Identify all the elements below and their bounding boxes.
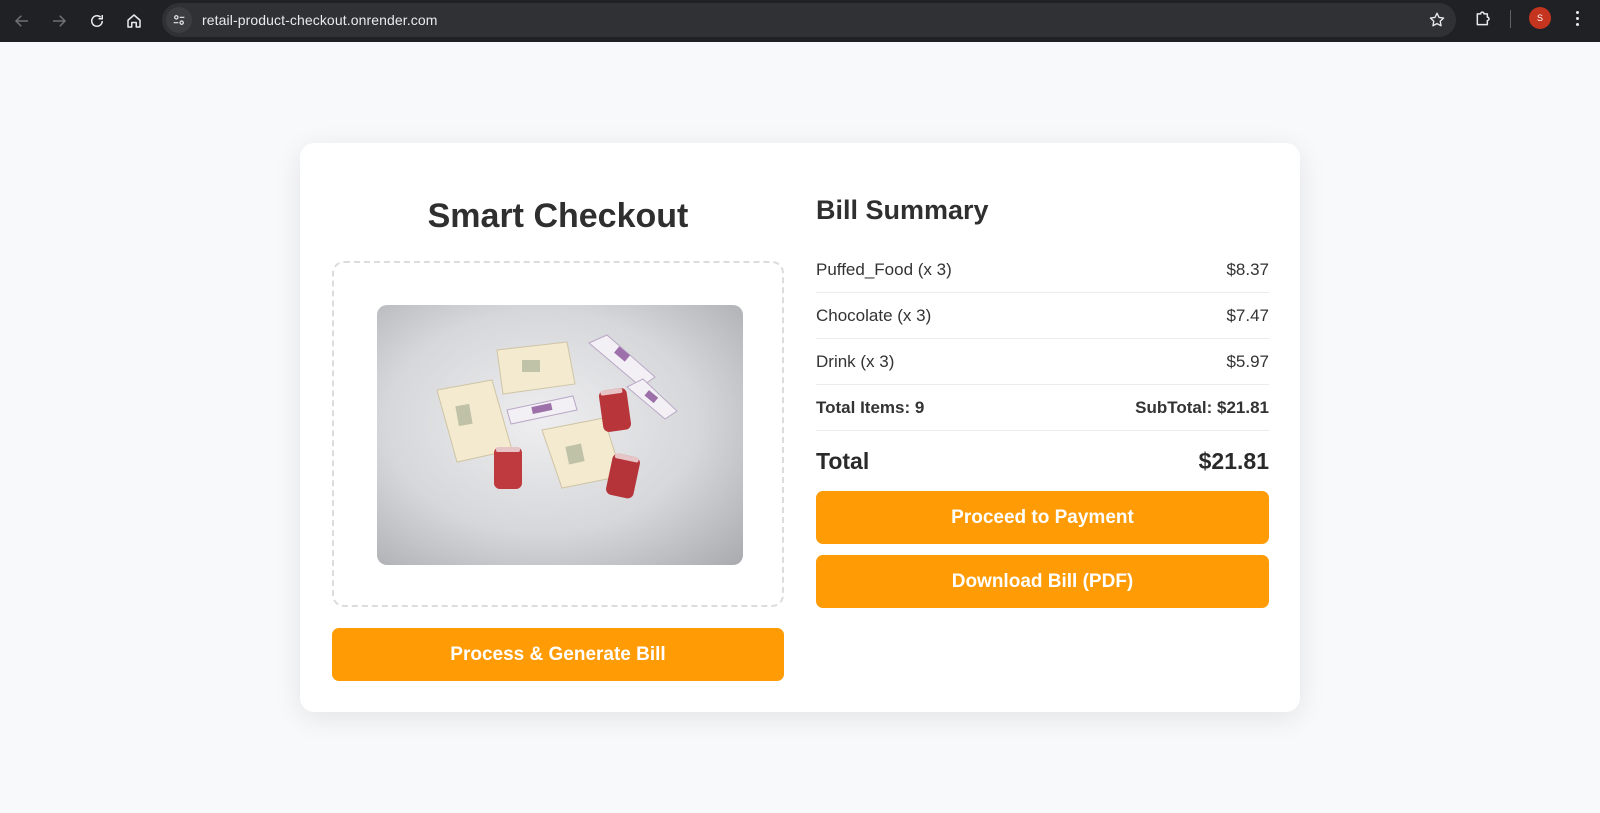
browser-toolbar: retail-product-checkout.onrender.com S [0, 0, 1600, 42]
item-price: $8.37 [1226, 259, 1269, 279]
home-icon [127, 14, 141, 28]
total-value: $21.81 [1198, 447, 1269, 474]
total-label: Total [816, 447, 870, 474]
page-title: Smart Checkout [427, 197, 689, 235]
back-button[interactable] [4, 3, 40, 39]
address-bar[interactable]: retail-product-checkout.onrender.com [162, 3, 1456, 37]
home-button[interactable] [116, 3, 152, 39]
item-price: $5.97 [1226, 351, 1269, 371]
totals-row: Total Items: 9 SubTotal: $21.81 [816, 385, 1269, 431]
product-photo [377, 305, 743, 565]
image-upload-zone[interactable] [332, 261, 784, 607]
reload-button[interactable] [79, 3, 115, 39]
browser-menu-icon[interactable] [1568, 7, 1586, 29]
profile-avatar[interactable]: S [1529, 7, 1551, 29]
total-items-count: Total Items: 9 [816, 397, 925, 417]
forward-button[interactable] [41, 3, 77, 39]
grand-total-row: Total $21.81 [816, 431, 1269, 491]
item-name: Chocolate (x 3) [816, 305, 932, 325]
item-name: Puffed_Food (x 3) [816, 259, 952, 279]
reload-icon [91, 15, 103, 27]
url-text[interactable]: retail-product-checkout.onrender.com [202, 12, 438, 28]
item-price: $7.47 [1226, 305, 1269, 325]
item-name: Drink (x 3) [816, 351, 895, 371]
checkout-card: Smart Checkout Process & Generate Bill B… [300, 143, 1300, 712]
bill-item-row: Puffed_Food (x 3) $8.37 [816, 247, 1269, 293]
bill-item-row: Drink (x 3) $5.97 [816, 339, 1269, 385]
download-bill-pdf-button[interactable]: Download Bill (PDF) [816, 555, 1269, 608]
subtotal-value: SubTotal: $21.81 [1135, 397, 1269, 417]
bill-item-row: Chocolate (x 3) $7.47 [816, 293, 1269, 339]
process-generate-bill-button[interactable]: Process & Generate Bill [332, 628, 784, 681]
toolbar-divider [1510, 10, 1511, 28]
arrow-left-icon [14, 15, 28, 27]
bill-summary-list: Puffed_Food (x 3) $8.37 Chocolate (x 3) … [816, 247, 1269, 491]
bookmark-star-icon[interactable] [1428, 11, 1446, 29]
proceed-to-payment-button[interactable]: Proceed to Payment [816, 491, 1269, 544]
site-info-icon[interactable] [166, 7, 192, 33]
arrow-right-icon [53, 15, 67, 27]
bill-summary-title: Bill Summary [816, 195, 989, 225]
extensions-icon[interactable] [1474, 8, 1494, 28]
